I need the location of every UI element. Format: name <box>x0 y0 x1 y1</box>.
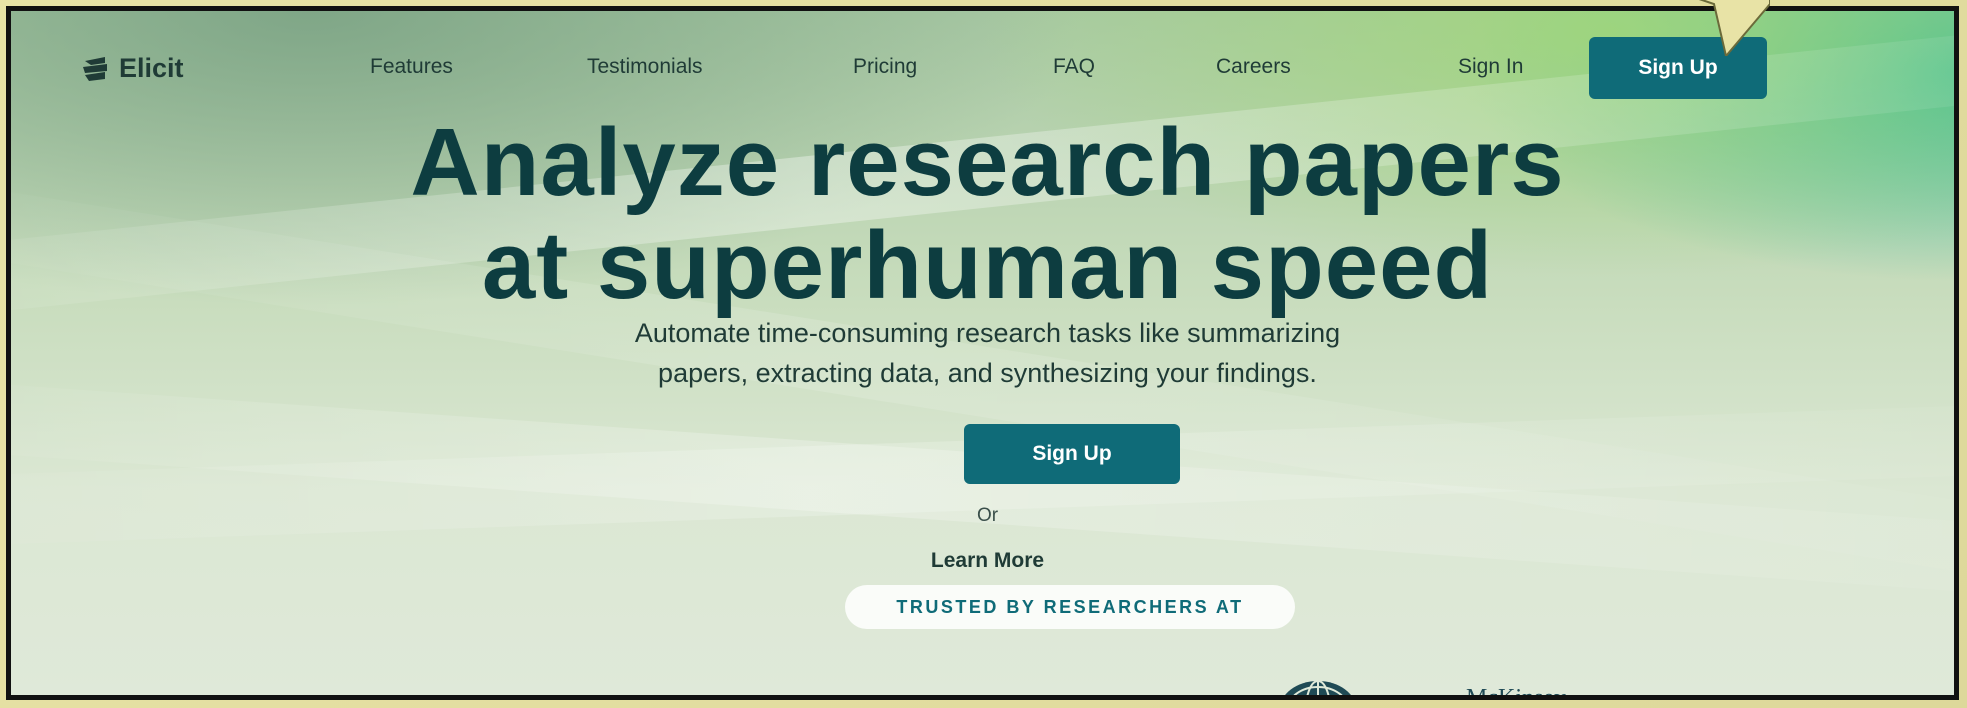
hero-sign-up-button[interactable]: Sign Up <box>964 424 1180 484</box>
brand-name: Elicit <box>119 53 184 83</box>
nav-link-faq[interactable]: FAQ <box>1053 55 1095 79</box>
top-navigation: Elicit Features Testimonials Pricing FAQ… <box>11 11 1954 121</box>
partner-logo-1 <box>491 681 601 695</box>
hero-title-line1: Analyze research papers <box>410 109 1565 216</box>
globe-logo-icon <box>1273 679 1363 695</box>
background-streak <box>11 371 1954 616</box>
callout-pointer-icon <box>1698 0 1770 56</box>
partner-logo-4 <box>1741 681 1921 695</box>
partner-logo-strip: McKinsey <box>11 679 1954 700</box>
partner-logo-mckinsey: McKinsey <box>1466 685 1566 700</box>
hero-subtitle-line2: papers, extracting data, and synthesizin… <box>658 358 1317 388</box>
nav-link-careers[interactable]: Careers <box>1216 55 1291 79</box>
trusted-by-badge: TRUSTED BY RESEARCHERS AT <box>845 585 1295 629</box>
browser-viewport: Elicit Features Testimonials Pricing FAQ… <box>6 6 1959 700</box>
hero-subtitle-line1: Automate time-consuming research tasks l… <box>634 318 1341 348</box>
nav-link-pricing[interactable]: Pricing <box>853 55 917 79</box>
sign-in-link[interactable]: Sign In <box>1458 55 1523 79</box>
nav-link-features[interactable]: Features <box>370 55 453 79</box>
brand-logo[interactable]: Elicit <box>81 53 184 84</box>
hero-title-line2: at superhuman speed <box>481 212 1494 319</box>
hero-subtitle: Automate time-consuming research tasks l… <box>11 313 1954 393</box>
nav-link-testimonials[interactable]: Testimonials <box>587 55 703 79</box>
learn-more-link: Learn More <box>11 549 1954 573</box>
hero-title: Analyze research papers at superhuman sp… <box>11 109 1954 319</box>
learn-more-label[interactable]: Learn More <box>931 549 1044 572</box>
elicit-logo-icon <box>83 56 107 81</box>
or-divider-text: Or <box>976 505 999 526</box>
